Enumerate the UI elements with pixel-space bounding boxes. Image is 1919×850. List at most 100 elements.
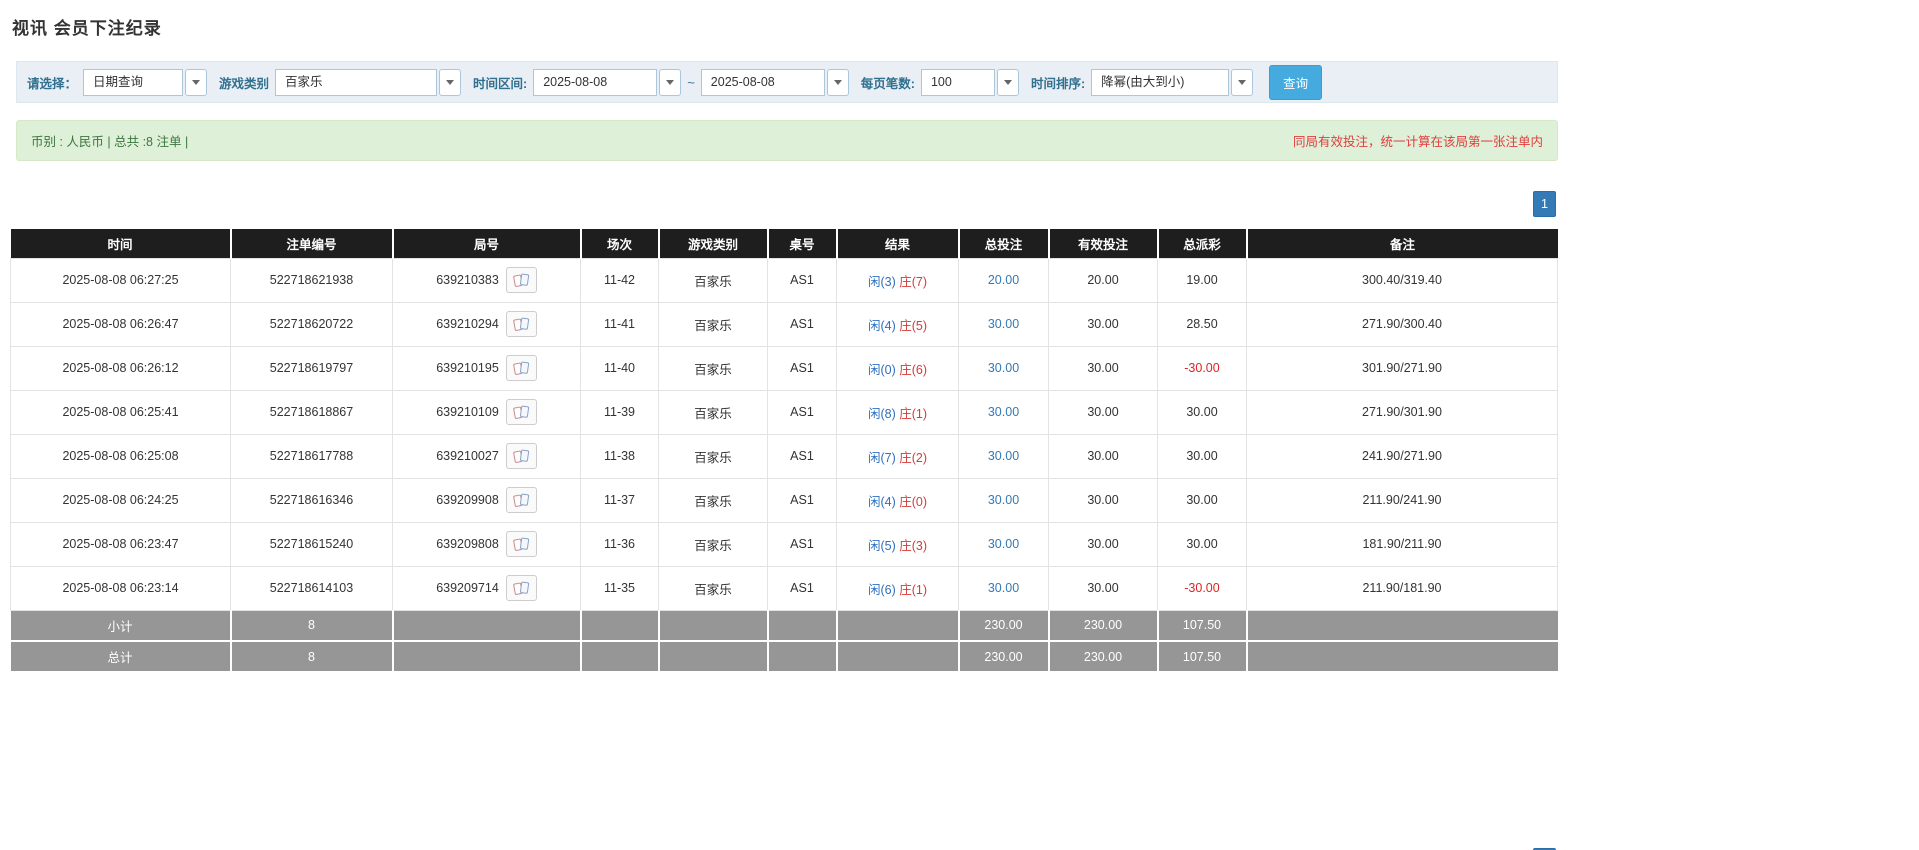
cell-total-bet: 30.00	[958, 477, 1049, 523]
cell-payout: 30.00	[1157, 433, 1247, 479]
cell-bet-id: 522718616346	[230, 477, 393, 523]
chevron-down-icon[interactable]	[185, 68, 208, 96]
chevron-down-icon[interactable]	[659, 68, 682, 96]
cell-game-type: 百家乐	[658, 257, 768, 303]
summary-cell: 230.00	[958, 641, 1050, 673]
cell-payout: -30.00	[1157, 345, 1247, 391]
cards-icon-glyph	[513, 405, 529, 419]
cell-result: 闲(4) 庄(0)	[836, 477, 959, 523]
result-player: 闲(4)	[867, 318, 896, 333]
chevron-down-icon[interactable]	[439, 68, 462, 96]
total-bet-link[interactable]: 30.00	[988, 493, 1019, 507]
sort-select[interactable]: 降幂(由大到小)	[1091, 68, 1254, 96]
table-row: 2025-08-08 06:25:41 522718618867 639210109…	[10, 389, 1558, 435]
cell-result: 闲(4) 庄(5)	[836, 301, 959, 347]
table-row: 2025-08-08 06:24:25 522718616346 639209908…	[10, 477, 1558, 523]
view-cards-button[interactable]	[505, 575, 537, 601]
summary-cell: 107.50	[1157, 641, 1248, 673]
round-id: 639210383	[436, 273, 499, 287]
cell-valid-bet: 30.00	[1048, 433, 1158, 479]
chevron-down-icon[interactable]	[1231, 68, 1254, 96]
cell-table-number: AS1	[767, 565, 837, 611]
summary-cell	[767, 610, 838, 642]
total-bet-link[interactable]: 30.00	[988, 405, 1019, 419]
view-cards-button[interactable]	[505, 487, 537, 513]
page-size-group: 每页笔数: 100	[860, 68, 1019, 96]
total-bet-link[interactable]: 30.00	[988, 317, 1019, 331]
result-player: 闲(5)	[867, 538, 896, 553]
date-from-value[interactable]: 2025-08-08	[533, 68, 658, 96]
total-bet-link[interactable]: 30.00	[988, 581, 1019, 595]
currency-summary-text: 币别 : 人民币 | 总共 :8 注单 |	[31, 135, 189, 149]
result-banker: 庄(5)	[899, 318, 928, 333]
summary-cell	[580, 610, 660, 642]
summary-cell: 230.00	[1048, 641, 1159, 673]
table-row: 2025-08-08 06:23:47 522718615240 639209808…	[10, 521, 1558, 567]
view-cards-button[interactable]	[505, 399, 537, 425]
date-to-value[interactable]: 2025-08-08	[700, 68, 825, 96]
cell-payout: 30.00	[1157, 477, 1247, 523]
view-cards-button[interactable]	[505, 443, 537, 469]
summary-cell: 8	[230, 610, 394, 642]
total-bet-link[interactable]: 20.00	[988, 273, 1019, 287]
filter-bar: 请选择： 日期查询 游戏类别 百家乐 时间区间: 2025-08-08 ~ 20…	[16, 61, 1558, 103]
cell-valid-bet: 30.00	[1048, 301, 1158, 347]
cell-note: 211.90/181.90	[1246, 565, 1558, 611]
total-bet-link[interactable]: 30.00	[988, 537, 1019, 551]
column-header: 场次	[580, 229, 660, 258]
sort-label: 时间排序:	[1030, 76, 1086, 91]
view-cards-button[interactable]	[505, 267, 537, 293]
date-to-select[interactable]: 2025-08-08	[700, 68, 849, 96]
summary-cell: 总计	[10, 641, 232, 673]
cell-table-number: AS1	[767, 345, 837, 391]
cell-session: 11-39	[580, 389, 659, 435]
grand-total-row: 总计 8 230.00 230.00 107.50	[10, 641, 1558, 673]
total-bet-link[interactable]: 30.00	[988, 449, 1019, 463]
chevron-down-icon[interactable]	[826, 68, 849, 96]
round-id: 639210294	[436, 317, 499, 331]
cell-result: 闲(0) 庄(6)	[836, 345, 959, 391]
summary-cell	[836, 641, 960, 673]
column-header: 注单编号	[230, 229, 394, 258]
cell-result: 闲(3) 庄(7)	[836, 257, 959, 303]
cell-bet-id: 522718619797	[230, 345, 393, 391]
result-banker: 庄(6)	[899, 362, 928, 377]
query-type-value[interactable]: 日期查询	[83, 68, 184, 96]
game-type-select[interactable]: 百家乐	[275, 68, 462, 96]
summary-cell	[1246, 641, 1558, 673]
page-size-label: 每页笔数:	[860, 76, 915, 91]
sort-value[interactable]: 降幂(由大到小)	[1091, 68, 1230, 96]
search-button[interactable]: 查询	[1269, 64, 1323, 100]
result-player: 闲(6)	[867, 582, 896, 597]
query-type-select[interactable]: 日期查询	[83, 68, 208, 96]
summary-cell	[392, 641, 582, 673]
game-type-value[interactable]: 百家乐	[275, 68, 438, 96]
cell-round-id: 639209808	[392, 521, 581, 567]
view-cards-button[interactable]	[505, 355, 537, 381]
cards-icon-glyph	[513, 273, 529, 287]
column-header: 总投注	[958, 229, 1050, 258]
chevron-down-icon[interactable]	[996, 68, 1019, 96]
page-number-button[interactable]: 1	[1533, 191, 1556, 217]
summary-cell	[767, 641, 838, 673]
page-size-select[interactable]: 100	[920, 68, 1019, 96]
view-cards-button[interactable]	[505, 311, 537, 337]
date-separator: ~	[687, 74, 695, 90]
view-cards-button[interactable]	[505, 531, 537, 557]
date-range-label: 时间区间:	[473, 76, 528, 91]
cell-total-bet: 20.00	[958, 257, 1049, 303]
total-bet-link[interactable]: 30.00	[988, 361, 1019, 375]
cell-time: 2025-08-08 06:26:47	[10, 301, 231, 347]
date-from-select[interactable]: 2025-08-08	[533, 68, 682, 96]
cell-table-number: AS1	[767, 521, 837, 567]
sort-group: 时间排序: 降幂(由大到小)	[1030, 68, 1254, 96]
round-id: 639209908	[436, 493, 499, 507]
cell-time: 2025-08-08 06:27:25	[10, 257, 231, 303]
column-header: 时间	[10, 229, 232, 258]
cell-time: 2025-08-08 06:26:12	[10, 345, 231, 391]
cell-time: 2025-08-08 06:25:08	[10, 433, 231, 479]
cell-game-type: 百家乐	[658, 389, 768, 435]
cards-icon-glyph	[513, 449, 529, 463]
page-size-value[interactable]: 100	[920, 68, 995, 96]
notice-text: 同局有效投注，统一计算在该局第一张注单内	[1292, 135, 1543, 149]
